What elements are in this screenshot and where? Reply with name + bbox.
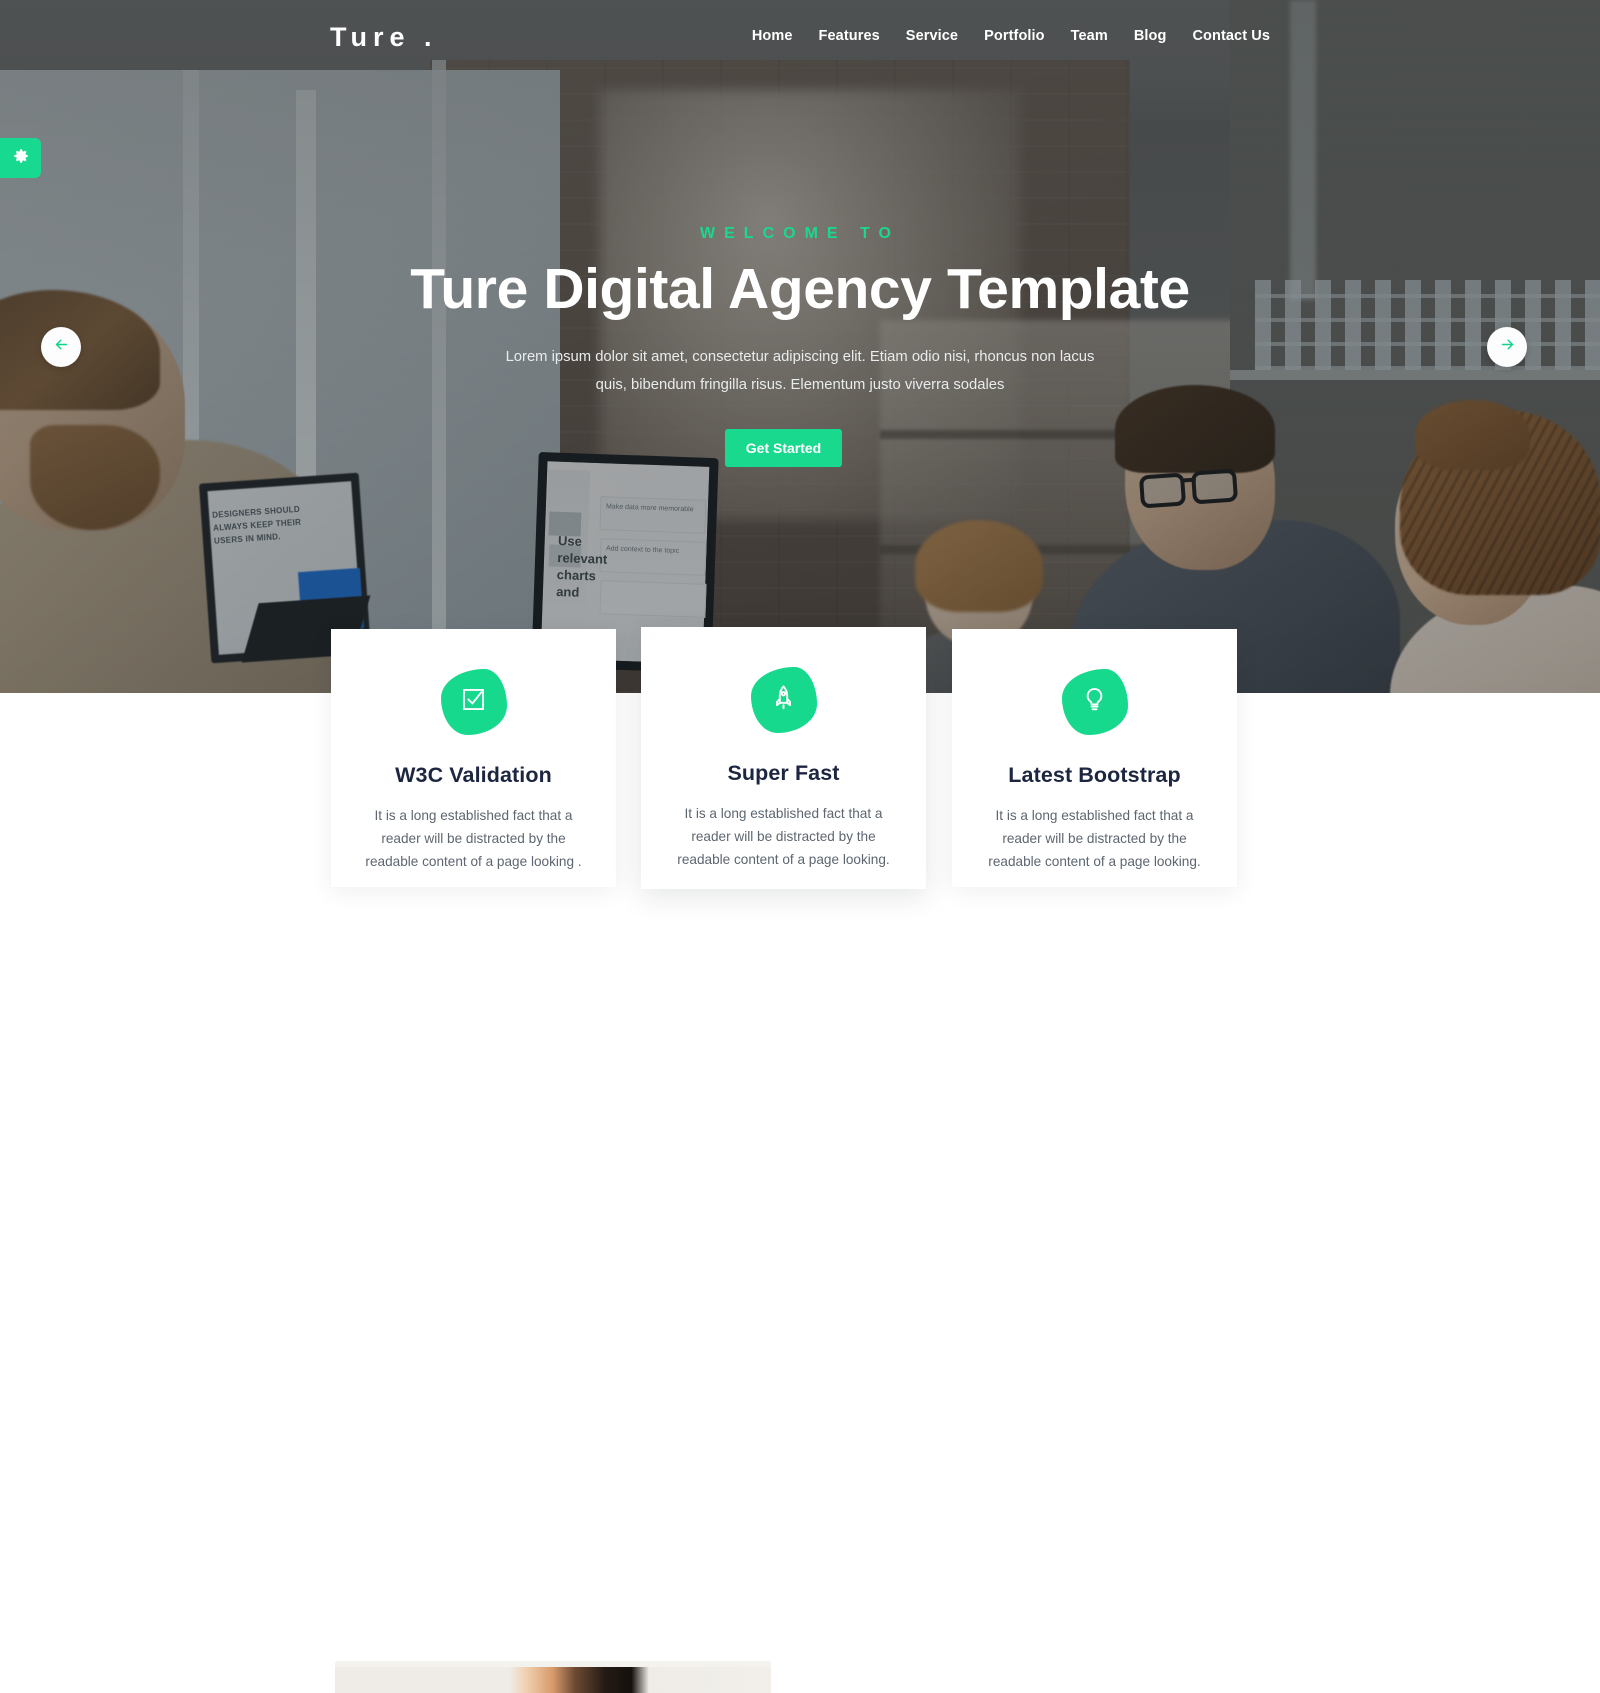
rocket-icon <box>770 684 797 716</box>
feature-card-text: It is a long established fact that a rea… <box>988 808 1201 869</box>
nav-item-contact-us[interactable]: Contact Us <box>1192 28 1270 44</box>
nav-item-service[interactable]: Service <box>906 28 958 44</box>
feature-icon-badge <box>1061 669 1128 735</box>
feature-icon-badge <box>440 669 507 735</box>
nav-item-features[interactable]: Features <box>819 28 880 44</box>
feature-card-super-fast[interactable]: Super Fast It is a long established fact… <box>641 627 926 889</box>
nav-item-blog[interactable]: Blog <box>1134 28 1167 44</box>
lightbulb-icon <box>1081 686 1108 718</box>
feature-card-title: Super Fast <box>727 761 840 785</box>
feature-card-text: It is a long established fact that a rea… <box>365 808 582 869</box>
hero-content: WELCOME TO Ture Digital Agency Template … <box>0 0 1600 693</box>
feature-card-w3c-validation[interactable]: W3C Validation It is a long established … <box>331 629 616 887</box>
feature-card-latest-bootstrap[interactable]: Latest Bootstrap It is a long establishe… <box>952 629 1237 887</box>
hero-title: Ture Digital Agency Template <box>410 257 1190 321</box>
gear-icon <box>12 147 30 170</box>
nav-item-team[interactable]: Team <box>1071 28 1108 44</box>
settings-panel-toggle[interactable] <box>0 138 41 178</box>
carousel-next-button[interactable] <box>1487 327 1527 367</box>
get-started-button[interactable]: Get Started <box>725 429 842 467</box>
arrow-left-icon <box>53 336 70 358</box>
hero-section: DESIGNERS SHOULD ALWAYS KEEP THEIR USERS… <box>0 0 1600 693</box>
arrow-right-icon <box>1499 336 1516 358</box>
site-header: Ture . Home Features Service Portfolio T… <box>0 0 1600 78</box>
check-square-icon <box>460 686 487 718</box>
main-navigation: Home Features Service Portfolio Team Blo… <box>752 28 1270 44</box>
hero-subtitle: Lorem ipsum dolor sit amet, consectetur … <box>505 349 1095 393</box>
feature-card-title: W3C Validation <box>395 763 552 787</box>
carousel-prev-button[interactable] <box>41 327 81 367</box>
feature-card-title: Latest Bootstrap <box>1008 763 1181 787</box>
feature-icon-badge <box>750 667 817 733</box>
next-section-image-preview <box>335 1661 771 1693</box>
brand-logo[interactable]: Ture . <box>330 22 438 53</box>
feature-card-text: It is a long established fact that a rea… <box>677 806 890 867</box>
hero-eyebrow: WELCOME TO <box>700 225 900 242</box>
nav-item-home[interactable]: Home <box>752 28 793 44</box>
nav-item-portfolio[interactable]: Portfolio <box>984 28 1045 44</box>
